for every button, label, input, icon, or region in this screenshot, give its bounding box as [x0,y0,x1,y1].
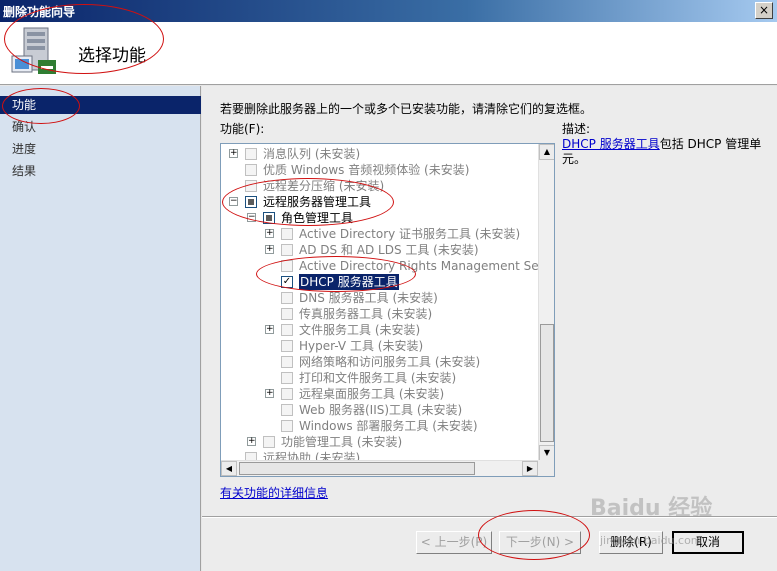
feature-checkbox[interactable] [281,404,293,416]
tree-item-label: DHCP 服务器工具 [299,274,399,290]
tree-item[interactable]: + 功能管理工具 (未安装) [221,434,539,450]
wizard-steps: 功能 确认 进度 结果 [0,86,201,571]
scroll-left-icon[interactable]: ◀ [221,461,237,476]
scroll-down-icon[interactable]: ▼ [539,445,554,461]
tree-item[interactable]: DNS 服务器工具 (未安装) [221,290,539,306]
tree-item[interactable]: + Active Directory 证书服务工具 (未安装) [221,226,539,242]
instruction-text: 若要删除此服务器上的一个或多个已安装功能，请清除它们的复选框。 [220,102,593,116]
horizontal-scrollbar[interactable]: ◀ ▶ [221,460,554,476]
feature-checkbox[interactable] [245,148,257,160]
feature-checkbox[interactable] [281,308,293,320]
tree-item[interactable]: + 远程桌面服务工具 (未安装) [221,386,539,402]
tree-item[interactable]: 远程差分压缩 (未安装) [221,178,539,194]
step-results[interactable]: 结果 [0,162,201,180]
close-icon[interactable]: × [755,2,773,19]
feature-checkbox[interactable] [281,244,293,256]
tree-item-label: Hyper-V 工具 (未安装) [299,339,424,353]
scroll-corner [538,460,554,476]
tree-item-label: 打印和文件服务工具 (未安装) [299,371,457,385]
more-info-link[interactable]: 有关功能的详细信息 [220,484,328,501]
feature-checkbox[interactable] [281,228,293,240]
wizard-header: 选择功能 [0,22,777,85]
tree-item-label: Windows 部署服务工具 (未安装) [299,419,478,433]
tree-item-label: 消息队列 (未安装) [263,147,361,161]
hscroll-thumb[interactable] [239,462,475,475]
feature-checkbox[interactable] [281,372,293,384]
collapse-icon[interactable]: − [247,213,256,222]
step-features[interactable]: 功能 [0,96,201,114]
tree-item[interactable]: 传真服务器工具 (未安装) [221,306,539,322]
tree-item-label: Active Directory 证书服务工具 (未安装) [299,227,521,241]
description-label: 描述: [562,122,591,136]
expand-icon[interactable]: + [265,229,274,238]
prev-button[interactable]: < 上一步(P) [416,531,492,554]
tree-item-label: 角色管理工具 [281,211,354,225]
tree-item-label: 传真服务器工具 (未安装) [299,307,433,321]
tree-item-label: Active Directory Rights Management Serv [299,259,551,273]
feature-checkbox[interactable] [245,180,257,192]
tree-item[interactable]: 优质 Windows 音频视频体验 (未安装) [221,162,539,178]
features-label: 功能(F): [220,122,265,136]
window-title: 删除功能向导 [3,5,76,19]
tree-item-label: 文件服务工具 (未安装) [299,323,421,337]
feature-checkbox[interactable] [281,292,293,304]
tree-item[interactable]: − 远程服务器管理工具 [221,194,539,210]
feature-checkbox[interactable] [263,212,275,224]
feature-checkbox[interactable] [245,196,257,208]
scroll-up-icon[interactable]: ▲ [539,144,554,160]
tree-item[interactable]: Hyper-V 工具 (未安装) [221,338,539,354]
page-title: 选择功能 [78,46,146,66]
tree-item[interactable]: Web 服务器(IIS)工具 (未安装) [221,402,539,418]
feature-checkbox[interactable] [281,356,293,368]
tree-item-label: DNS 服务器工具 (未安装) [299,291,438,305]
features-tree[interactable]: + 消息队列 (未安装) 优质 Windows 音频视频体验 (未安装) 远程差分压缩… [220,143,555,477]
tree-item[interactable]: Active Directory Rights Management Serv [221,258,551,274]
feature-checkbox[interactable] [281,420,293,432]
expand-icon[interactable]: + [229,149,238,158]
tree-item-label: AD DS 和 AD LDS 工具 (未安装) [299,243,479,257]
expand-icon[interactable]: + [265,389,274,398]
tree-item[interactable]: Windows 部署服务工具 (未安装) [221,418,539,434]
watermark-text: Baidu 经验 [590,496,713,521]
expand-icon[interactable]: + [247,437,256,446]
scroll-right-icon[interactable]: ▶ [522,461,538,476]
tree-item[interactable]: + 文件服务工具 (未安装) [221,322,539,338]
scroll-thumb[interactable] [540,324,554,442]
watermark-url: jingyan.baidu.com [600,534,702,547]
description-link[interactable]: DHCP 服务器工具 [562,137,660,151]
title-bar: 删除功能向导 × [0,0,777,22]
step-progress[interactable]: 进度 [0,140,201,158]
tree-item[interactable]: ✓ DHCP 服务器工具 [221,274,539,290]
tree-item[interactable]: + 消息队列 (未安装) [221,146,539,162]
tree-item[interactable]: 网络策略和访问服务工具 (未安装) [221,354,539,370]
feature-checkbox[interactable] [281,388,293,400]
feature-checkbox[interactable] [281,340,293,352]
baidu-watermark: Baidu 经验 jingyan.baidu.com [590,490,713,547]
tree-item[interactable]: 打印和文件服务工具 (未安装) [221,370,539,386]
server-remove-icon [11,27,56,74]
tree-item-label: 远程服务器管理工具 [263,195,372,209]
tree-item[interactable]: + AD DS 和 AD LDS 工具 (未安装) [221,242,539,258]
feature-checkbox[interactable]: ✓ [281,276,293,288]
feature-checkbox[interactable] [245,164,257,176]
tree-item-label: Web 服务器(IIS)工具 (未安装) [299,403,463,417]
description-text: DHCP 服务器工具包括 DHCP 管理单元。 [562,137,762,167]
feature-checkbox[interactable] [281,324,293,336]
expand-icon[interactable]: + [265,325,274,334]
tree-item-label: 远程差分压缩 (未安装) [263,179,385,193]
tree-item-label: 远程桌面服务工具 (未安装) [299,387,445,401]
expand-icon[interactable]: + [265,245,274,254]
tree-item-label: 网络策略和访问服务工具 (未安装) [299,355,481,369]
step-confirm[interactable]: 确认 [0,118,201,136]
vertical-scrollbar[interactable]: ▲ ▼ [538,144,554,461]
feature-checkbox[interactable] [281,260,293,272]
collapse-icon[interactable]: − [229,197,238,206]
feature-checkbox[interactable] [263,436,275,448]
next-button[interactable]: 下一步(N) > [499,531,581,554]
tree-item-label: 功能管理工具 (未安装) [281,435,403,449]
tree-item-label: 优质 Windows 音频视频体验 (未安装) [263,163,470,177]
tree-item[interactable]: − 角色管理工具 [221,210,539,226]
